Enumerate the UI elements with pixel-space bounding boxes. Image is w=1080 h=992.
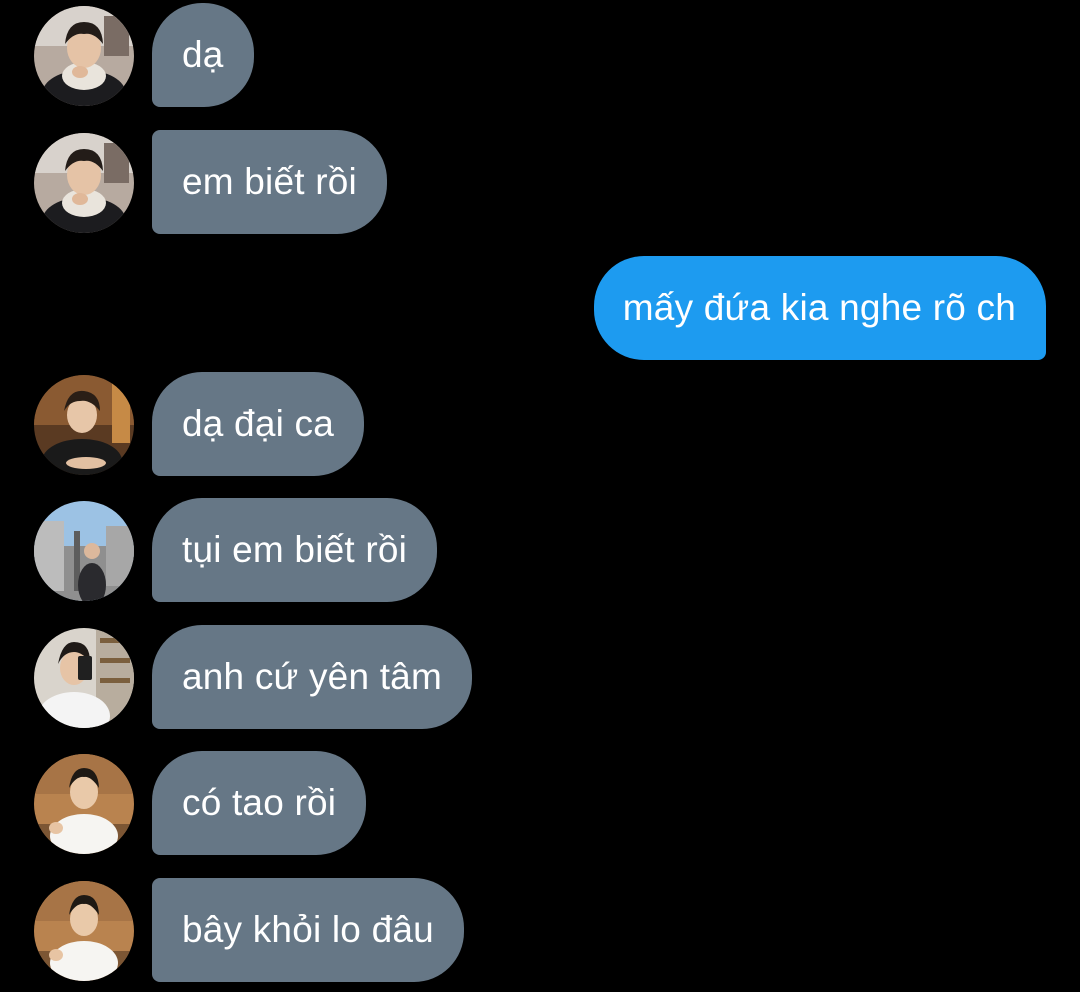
avatar-image bbox=[34, 501, 134, 601]
message-row: dạ bbox=[0, 3, 1080, 107]
message-row: dạ đại ca bbox=[0, 372, 1080, 476]
avatar-image bbox=[34, 628, 134, 728]
incoming-message-bubble[interactable]: dạ đại ca bbox=[152, 372, 364, 476]
message-row: anh cứ yên tâm bbox=[0, 625, 1080, 729]
message-row: em biết rồi bbox=[0, 130, 1080, 234]
avatar-image bbox=[34, 375, 134, 475]
avatar[interactable] bbox=[34, 501, 134, 601]
avatar-image bbox=[34, 133, 134, 233]
avatar[interactable] bbox=[34, 133, 134, 233]
incoming-message-bubble[interactable]: bây khỏi lo đâu bbox=[152, 878, 464, 982]
incoming-message-bubble[interactable]: có tao rồi bbox=[152, 751, 367, 855]
avatar[interactable] bbox=[34, 375, 134, 475]
incoming-message-bubble[interactable]: anh cứ yên tâm bbox=[152, 625, 472, 729]
incoming-message-bubble[interactable]: em biết rồi bbox=[152, 130, 387, 234]
avatar[interactable] bbox=[34, 881, 134, 981]
avatar[interactable] bbox=[34, 6, 134, 106]
message-row: có tao rồi bbox=[0, 751, 1080, 855]
avatar[interactable] bbox=[34, 628, 134, 728]
message-row: mấy đứa kia nghe rõ ch bbox=[0, 256, 1080, 360]
avatar-image bbox=[34, 6, 134, 106]
avatar-image bbox=[34, 881, 134, 981]
chat-thread: dạ em biết rồi mấy đứa kia nghe rõ ch dạ… bbox=[0, 0, 1080, 992]
message-row: tụi em biết rồi bbox=[0, 498, 1080, 602]
outgoing-message-bubble[interactable]: mấy đứa kia nghe rõ ch bbox=[593, 256, 1046, 360]
incoming-message-bubble[interactable]: dạ bbox=[152, 3, 254, 107]
avatar-image bbox=[34, 754, 134, 854]
avatar[interactable] bbox=[34, 754, 134, 854]
incoming-message-bubble[interactable]: tụi em biết rồi bbox=[152, 498, 438, 602]
message-row: bây khỏi lo đâu bbox=[0, 878, 1080, 982]
